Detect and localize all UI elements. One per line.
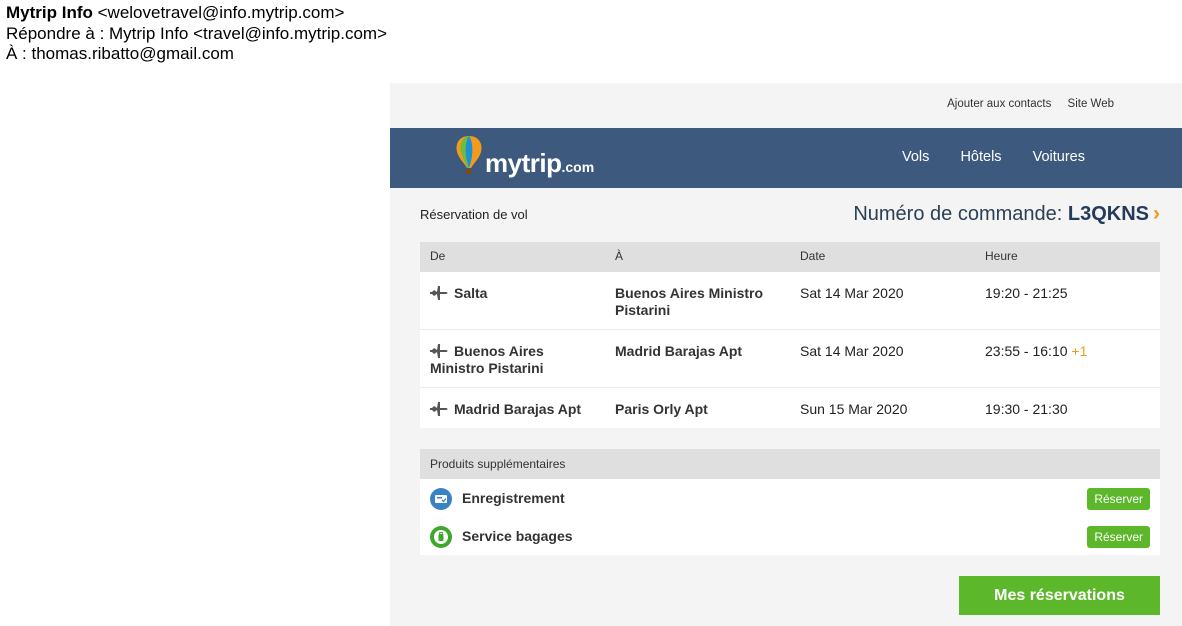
brand-wordmark: mytrip.com: [485, 148, 594, 179]
col-time: Heure: [985, 249, 1018, 263]
reserve-baggage-button[interactable]: Réserver: [1087, 526, 1150, 548]
reserve-checkin-button[interactable]: Réserver: [1087, 488, 1150, 510]
booking-type: Réservation de vol: [420, 207, 528, 222]
col-date: Date: [800, 249, 826, 263]
main-nav: Vols Hôtels Voitures: [875, 149, 1085, 165]
nav-flights[interactable]: Vols: [902, 149, 929, 165]
balloon-icon: [456, 136, 482, 174]
nav-hotels[interactable]: Hôtels: [960, 149, 1001, 165]
baggage-icon: [430, 526, 452, 548]
order-label: Numéro de commande:: [853, 203, 1068, 225]
table-header: De À Date Heure: [420, 242, 1160, 272]
row-from: Madrid Barajas Apt: [430, 401, 620, 418]
row-to: Paris Orly Apt: [615, 401, 708, 417]
col-from: De: [430, 249, 446, 263]
extra-label: Service bagages: [462, 528, 573, 544]
my-bookings-button[interactable]: Mes réservations: [959, 576, 1160, 615]
plane-icon: [430, 286, 448, 300]
row-time: 19:30 - 21:30: [985, 401, 1068, 417]
row-date: Sat 14 Mar 2020: [800, 285, 904, 301]
extras-header: Produits supplémentaires: [420, 449, 1160, 479]
plane-icon: [430, 402, 448, 416]
order-code: L3QKNS: [1067, 203, 1149, 225]
email-header: Mytrip Info <welovetravel@info.mytrip.co…: [6, 3, 387, 65]
from-line: Mytrip Info <welovetravel@info.mytrip.co…: [6, 3, 387, 24]
extra-label: Enregistrement: [462, 490, 565, 506]
sender-name: Mytrip Info: [6, 3, 93, 22]
extras-section: Produits supplémentaires Enregistrement …: [420, 449, 1160, 555]
table-row: Madrid Barajas Apt Paris Orly Apt Sun 15…: [420, 388, 1160, 428]
website-link[interactable]: Site Web: [1068, 98, 1114, 110]
top-links: Ajouter aux contacts Site Web: [934, 98, 1114, 110]
checkin-icon: [430, 488, 452, 510]
to-line: À : thomas.ribatto@gmail.com: [6, 44, 234, 63]
sender-address: <welovetravel@info.mytrip.com>: [92, 3, 345, 22]
navbar: mytrip.com Vols Hôtels Voitures: [390, 128, 1182, 188]
plane-icon: [430, 344, 448, 358]
brand-name: mytrip: [485, 148, 562, 178]
row-time: 23:55 - 16:10 +1: [985, 343, 1088, 359]
row-to: Buenos Aires Ministro Pistarini: [615, 285, 764, 318]
nav-cars[interactable]: Voitures: [1033, 149, 1085, 165]
flights-table: De À Date Heure Salta Buenos Aires Minis…: [420, 242, 1160, 428]
brand-suffix: .com: [561, 159, 595, 175]
chevron-right-icon: ›: [1153, 202, 1160, 225]
extra-item-baggage: Service bagages Réserver: [420, 517, 1160, 555]
email-body: Ajouter aux contacts Site Web mytrip.com…: [390, 83, 1182, 626]
row-time: 19:20 - 21:25: [985, 285, 1068, 301]
row-date: Sun 15 Mar 2020: [800, 401, 908, 417]
table-row: Salta Buenos Aires Ministro Pistarini Sa…: [420, 272, 1160, 330]
reply-to-line: Répondre à : Mytrip Info <travel@info.my…: [6, 23, 388, 43]
row-to: Madrid Barajas Apt: [615, 343, 743, 359]
table-row: Buenos Aires Ministro Pistarini Madrid B…: [420, 330, 1160, 388]
col-to: À: [615, 249, 624, 263]
order-number[interactable]: Numéro de commande: L3QKNS ›: [853, 202, 1160, 226]
extra-item-checkin: Enregistrement Réserver: [420, 479, 1160, 517]
row-from: Salta: [430, 285, 600, 302]
add-contacts-link[interactable]: Ajouter aux contacts: [947, 98, 1051, 110]
row-from: Buenos Aires Ministro Pistarini: [430, 343, 544, 376]
row-date: Sat 14 Mar 2020: [800, 343, 904, 359]
